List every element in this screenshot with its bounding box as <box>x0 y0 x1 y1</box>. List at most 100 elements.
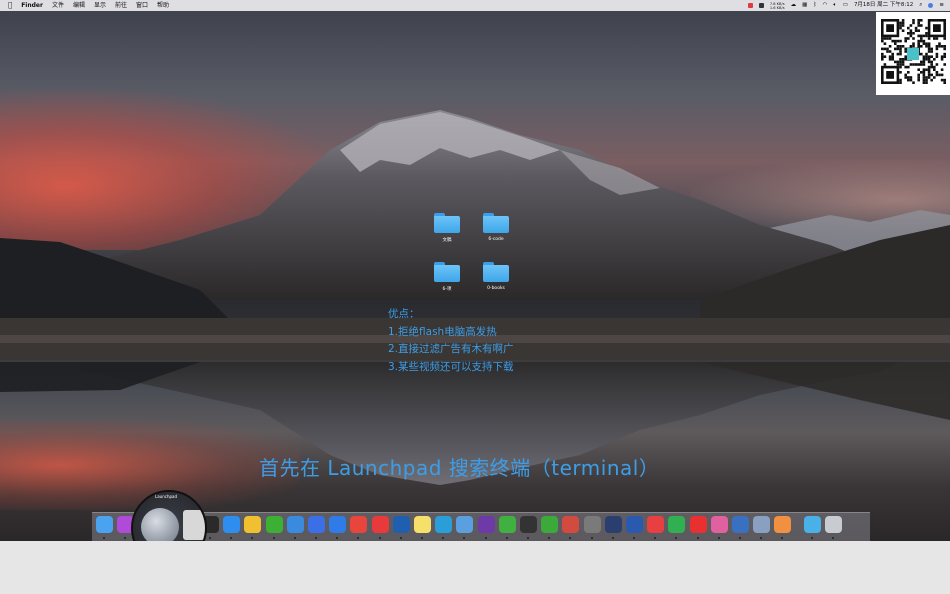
circle-app-icon[interactable] <box>520 516 537 533</box>
network-speed: 7.8 KB/s 1.6 KB/s <box>770 2 785 10</box>
record-icon[interactable] <box>747 3 753 8</box>
qr-module <box>891 55 894 58</box>
qr-module <box>899 71 902 74</box>
desktop:  Finder 文件 编辑 显示 前往 窗口 帮助 7.8 KB/s 1.6 … <box>0 0 950 541</box>
running-indicator <box>739 537 741 539</box>
wing-icon[interactable] <box>668 516 685 533</box>
film-icon[interactable] <box>584 516 601 533</box>
feishu-icon[interactable] <box>308 516 325 533</box>
desktop-folder[interactable]: 6-code <box>474 213 518 242</box>
qr-module <box>907 71 910 74</box>
peach-icon[interactable] <box>774 516 791 533</box>
camtasia-icon[interactable] <box>541 516 558 533</box>
wechat-icon[interactable] <box>266 516 283 533</box>
qr-module <box>914 63 918 66</box>
chrome-icon[interactable] <box>350 516 367 533</box>
qr-module <box>940 55 944 58</box>
qr-module <box>927 47 931 51</box>
desktop-folder[interactable]: 文稿 <box>425 213 469 243</box>
qr-module <box>930 60 933 64</box>
monitor-icon[interactable]: ▦ <box>802 0 807 11</box>
qr-module <box>925 78 928 82</box>
qq-chat-icon[interactable] <box>223 516 240 533</box>
qr-module <box>922 68 926 71</box>
safari-icon[interactable] <box>329 516 346 533</box>
folder-icon <box>434 213 460 233</box>
qr-module <box>930 63 933 66</box>
arrow-icon[interactable] <box>647 516 664 533</box>
pros-item: 2.直接过滤广告有木有啊广 <box>388 343 514 355</box>
qr-module <box>922 73 926 77</box>
qr-module <box>940 78 944 82</box>
notes-icon[interactable] <box>414 516 431 533</box>
qr-module <box>899 24 902 27</box>
youdao-icon[interactable] <box>690 516 707 533</box>
datetime[interactable]: 7月18日 周二 下午8:12 <box>854 0 913 11</box>
trash-icon[interactable] <box>825 516 842 533</box>
status-area: 7.8 KB/s 1.6 KB/s ☁ ▦ ᛒ ◠ 🔈︎ ▭ 7月18日 周二 … <box>747 0 944 11</box>
markdown-icon[interactable] <box>435 516 452 533</box>
qr-module <box>943 78 946 82</box>
notification-center-icon[interactable]: ≡ <box>939 0 944 11</box>
menu-view[interactable]: 显示 <box>94 0 106 11</box>
search-icon[interactable]: ⌕ <box>919 0 922 11</box>
media-player-icon[interactable] <box>393 516 410 533</box>
qr-module <box>907 32 910 35</box>
bluetooth-icon[interactable]: ᛒ <box>813 0 816 11</box>
qr-module <box>933 68 936 71</box>
qr-module <box>891 39 894 43</box>
qr-module <box>935 55 939 58</box>
running-indicator <box>209 537 211 539</box>
menu-window[interactable]: 窗口 <box>136 0 148 11</box>
qr-module <box>912 45 915 48</box>
menu-go[interactable]: 前往 <box>115 0 127 11</box>
menu-file[interactable]: 文件 <box>52 0 64 11</box>
qr-module <box>912 81 915 84</box>
qr-module <box>927 58 931 61</box>
evernote-icon[interactable] <box>499 516 516 533</box>
running-indicator <box>485 537 487 539</box>
qr-module <box>904 76 907 79</box>
github-icon[interactable] <box>478 516 495 533</box>
qr-module <box>935 47 939 51</box>
cherry-icon[interactable] <box>562 516 579 533</box>
menu-help[interactable]: 帮助 <box>157 0 169 11</box>
user-icon[interactable] <box>928 3 934 8</box>
desktop-folder[interactable]: 0-books <box>474 262 518 291</box>
qr-module <box>938 42 941 45</box>
screen-icon[interactable] <box>758 3 764 8</box>
menu-edit[interactable]: 编辑 <box>73 0 85 11</box>
qr-module <box>930 65 933 69</box>
apple-menu-icon[interactable]:  <box>8 0 12 11</box>
screen-icon[interactable] <box>711 516 728 533</box>
qr-module <box>927 76 931 79</box>
cloud-icon[interactable]: ☁ <box>791 0 797 11</box>
qr-module <box>925 55 928 58</box>
qr-module <box>935 71 939 74</box>
wifi-icon[interactable]: ◠ <box>823 0 828 11</box>
qr-module <box>927 42 931 45</box>
qr-module <box>917 24 920 27</box>
qr-module <box>907 37 910 40</box>
qr-module <box>917 73 920 77</box>
weibo-icon[interactable] <box>372 516 389 533</box>
edge-browser-icon[interactable] <box>287 516 304 533</box>
qr-module <box>881 58 884 61</box>
running-indicator <box>294 537 296 539</box>
battery-icon[interactable]: ▭ <box>843 0 848 11</box>
globe-icon[interactable] <box>732 516 749 533</box>
menu-finder[interactable]: Finder <box>21 0 43 11</box>
finder-icon[interactable] <box>96 516 113 533</box>
word-icon[interactable] <box>626 516 643 533</box>
qq-icon[interactable] <box>244 516 261 533</box>
downloads-icon[interactable] <box>804 516 821 533</box>
folder-window-icon[interactable] <box>753 516 770 533</box>
volume-icon[interactable]: 🔈︎ <box>833 0 836 11</box>
desktop-folder[interactable]: 6-项 <box>425 262 469 292</box>
qr-module <box>899 39 902 43</box>
running-indicator <box>832 537 834 539</box>
pen-icon[interactable] <box>605 516 622 533</box>
preview-icon[interactable] <box>456 516 473 533</box>
magnifier-label: Launchpad <box>155 494 178 499</box>
qr-module <box>912 21 915 25</box>
